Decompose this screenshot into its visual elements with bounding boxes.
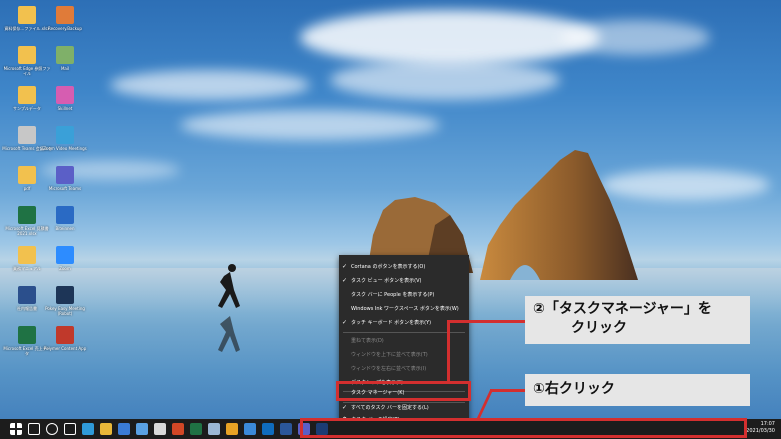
- menu-item-label: タスク バーに People を表示する(P): [351, 292, 435, 298]
- desktop-icon-image: [18, 46, 36, 64]
- menu-item-label: すべてのタスク バーを固定する(L): [351, 405, 429, 411]
- desktop-icon-label: Skillnet: [57, 106, 73, 111]
- menu-item-lock-taskbar[interactable]: ✓ すべてのタスク バーを固定する(L): [339, 401, 469, 415]
- desktop-icon-label: Zoom: [59, 266, 71, 271]
- search-icon[interactable]: [28, 423, 40, 435]
- taskbar-highlight: [300, 418, 747, 438]
- outlook-icon[interactable]: [262, 423, 274, 435]
- store-icon[interactable]: [136, 423, 148, 435]
- excel-icon[interactable]: [190, 423, 202, 435]
- clock-time: 17:07: [760, 421, 775, 427]
- desktop-icon[interactable]: Zoom: [40, 246, 90, 271]
- menu-item-cortana[interactable]: ✓ Cortana のボタンを表示する(O): [339, 260, 469, 274]
- file-explorer-icon[interactable]: [100, 423, 112, 435]
- clock-date: 2021/03/30: [746, 428, 775, 434]
- desktop-icon[interactable]: Zoom Video Meetings: [40, 126, 90, 151]
- desktop-icon-image: [56, 166, 74, 184]
- desktop-icon-label: Microsoft Teams: [48, 186, 82, 191]
- desktop-icon-image: [56, 126, 74, 144]
- desktop-icon-label: Polymer Content App: [43, 346, 87, 351]
- menu-item-label: タスク ビュー ボタンを表示(V): [351, 278, 422, 284]
- desktop-icon-label: Biteinnen: [55, 226, 75, 231]
- mail-icon[interactable]: [244, 423, 256, 435]
- desktop-icon[interactable]: Recovery.Backup: [40, 6, 90, 31]
- desktop-icon-image: [56, 46, 74, 64]
- menu-item-label: ウィンドウを上下に並べて表示(T): [351, 352, 428, 358]
- check-icon: ✓: [342, 319, 348, 326]
- desktop-icon[interactable]: Pokey Easy Meeting (Robot): [40, 286, 90, 316]
- chrome-icon[interactable]: [226, 423, 238, 435]
- desktop-icon-label: Pokey Easy Meeting (Robot): [45, 306, 85, 316]
- desktop-icon-image: [18, 206, 36, 224]
- callout-step1: ①右クリック: [525, 374, 750, 406]
- desktop-icon-image: [18, 246, 36, 264]
- menu-item-task-view[interactable]: ✓ タスク ビュー ボタンを表示(V): [339, 274, 469, 288]
- powerpoint-icon[interactable]: [172, 423, 184, 435]
- notepad-icon[interactable]: [208, 423, 220, 435]
- desktop-icon[interactable]: Microsoft Teams: [40, 166, 90, 191]
- callout-step2-line1: ②「タスクマネージャー」を: [533, 301, 712, 317]
- desktop-icon[interactable]: Mail: [40, 46, 90, 71]
- desktop-icon[interactable]: Skillnet: [40, 86, 90, 111]
- word-icon[interactable]: [280, 423, 292, 435]
- menu-item-label: Cortana のボタンを表示する(O): [351, 264, 426, 270]
- callout-step2-line2: クリック: [571, 320, 627, 336]
- check-icon: ✓: [342, 277, 348, 284]
- callout-connector-1-horizontal: [490, 389, 527, 392]
- desktop-icon[interactable]: Polymer Content App: [40, 326, 90, 351]
- task-view-icon[interactable]: [64, 423, 76, 435]
- runner: [218, 264, 240, 352]
- callout-step2: ②「タスクマネージャー」を クリック: [525, 296, 750, 344]
- desktop-icon-image: [18, 286, 36, 304]
- desktop-icon-image: [18, 326, 36, 344]
- check-icon: ✓: [342, 263, 348, 270]
- cortana-icon[interactable]: [46, 423, 58, 435]
- callout-connector-2-vertical: [447, 320, 450, 382]
- rock-arch: [480, 150, 638, 280]
- desktop-icon-image: [18, 126, 36, 144]
- desktop-icon-label: Recovery.Backup: [48, 26, 82, 31]
- menu-item-windows-ink[interactable]: Windows Ink ワークスペース ボタンを表示(W): [339, 302, 469, 316]
- desktop-icon-image: [56, 326, 74, 344]
- photos-icon[interactable]: [154, 423, 166, 435]
- desktop-icon-image: [56, 86, 74, 104]
- desktop-icon-image: [56, 286, 74, 304]
- menu-item-label: Windows Ink ワークスペース ボタンを表示(W): [351, 306, 459, 312]
- task-manager-highlight: [336, 381, 471, 401]
- calendar-icon[interactable]: [118, 423, 130, 435]
- start-icon[interactable]: [10, 423, 22, 435]
- desktop-icon-label: Zoom Video Meetings: [43, 146, 87, 151]
- edge-icon[interactable]: [82, 423, 94, 435]
- desktop-icon-image: [18, 86, 36, 104]
- desktop-icon-image: [56, 246, 74, 264]
- desktop-icon-image: [18, 166, 36, 184]
- screen: 資料保存…ファイル.xlsx Recovery.Backup Microsoft E…: [0, 0, 781, 439]
- taskbar-clock[interactable]: 17:07 2021/03/30: [746, 421, 775, 435]
- desktop-icon-image: [56, 6, 74, 24]
- menu-item-label: ウィンドウを左右に並べて表示(I): [351, 366, 427, 372]
- callout-connector-2-horizontal: [447, 320, 527, 323]
- desktop-icon-image: [56, 206, 74, 224]
- check-icon: ✓: [342, 404, 348, 411]
- desktop-icon-image: [18, 6, 36, 24]
- menu-item-label: 重ねて表示(D): [351, 338, 384, 344]
- menu-item-people[interactable]: タスク バーに People を表示する(P): [339, 288, 469, 302]
- desktop-icon-label: Mail: [60, 66, 70, 71]
- desktop-icon[interactable]: Biteinnen: [40, 206, 90, 231]
- menu-item-label: タッチ キーボード ボタンを表示(Y): [351, 320, 432, 326]
